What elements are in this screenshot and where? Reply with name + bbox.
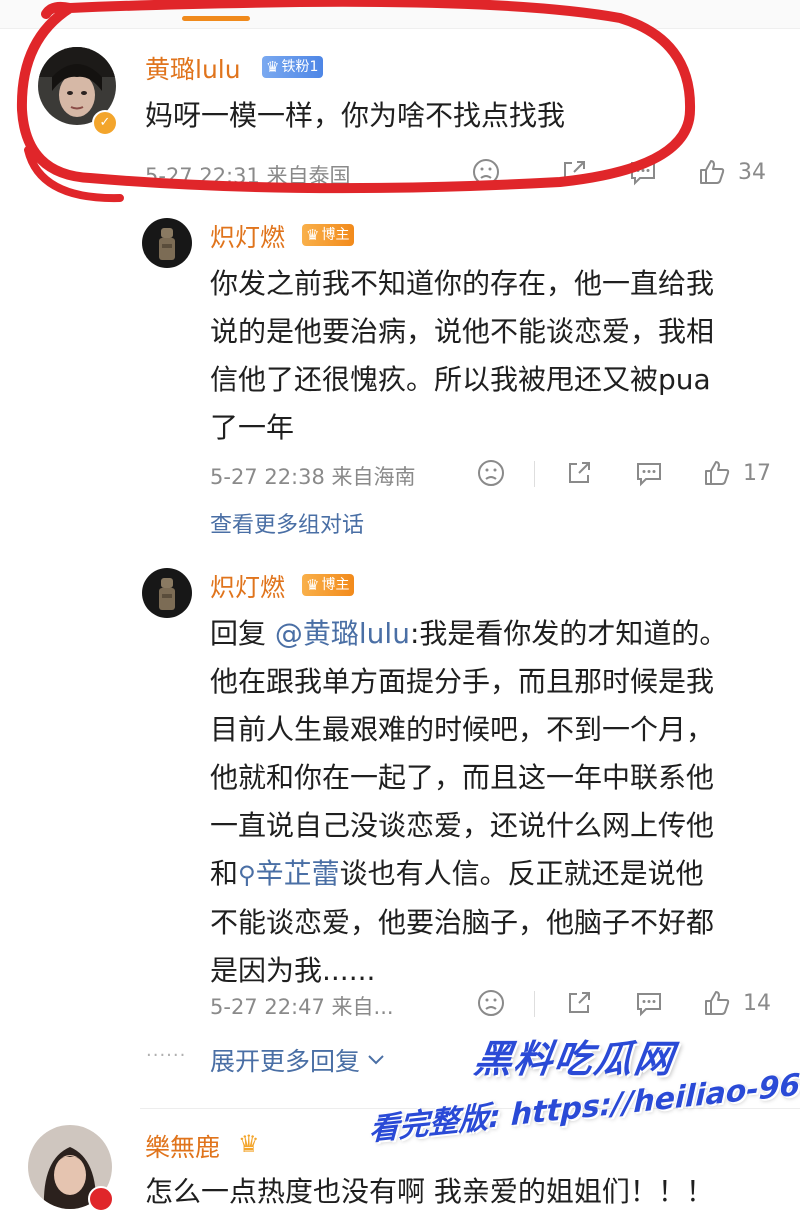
text-line: 了一年: [210, 411, 295, 444]
text-line: 一直说自己没谈恋爱，还说什么网上传他: [210, 809, 715, 842]
comment-meta: 5-27 22:38 来自海南: [210, 465, 416, 489]
expand-replies-button[interactable]: 展开更多回复: [210, 1042, 386, 1078]
dislike-icon: [478, 460, 504, 486]
comment-text: 回复 @黄璐lulu:我是看你发的才知道的。 他在跟我单方面提分手，而且那时候是…: [210, 610, 790, 995]
comment-meta: 5-27 22:31 来自泰国: [145, 164, 351, 188]
comment-icon: [637, 463, 661, 487]
comment-text: 怎么一点热度也没有啊 我亲爱的姐姐们！！！: [145, 1175, 714, 1208]
comment-text: 你发之前我不知道你的存在，他一直给我 说的是他要治病，说他不能谈恋爱，我相 信他…: [210, 260, 714, 452]
share-button[interactable]: [560, 158, 588, 186]
username[interactable]: 黄璐lulu: [145, 50, 241, 86]
text-line: 说的是他要治病，说他不能谈恋爱，我相: [210, 315, 715, 348]
like-button[interactable]: 34: [698, 158, 766, 186]
text-line: 不能谈恋爱，他要治脑子，他脑子不好都: [210, 906, 715, 939]
like-count: 17: [743, 460, 771, 486]
comment-button[interactable]: [634, 459, 664, 487]
dislike-button[interactable]: [477, 989, 505, 1017]
fan-badge: ♛ 铁粉1: [262, 56, 324, 78]
username[interactable]: 樂無鹿: [145, 1128, 220, 1164]
comment-icon: [637, 993, 661, 1017]
search-icon: ⚲: [238, 861, 256, 889]
username[interactable]: 炽灯燃: [210, 218, 285, 254]
crown-icon: ♛: [238, 1130, 260, 1158]
crown-icon: ♛: [306, 226, 320, 244]
text-line: 和⚲辛芷蕾谈也有人信。反正就还是说他: [210, 857, 704, 890]
dislike-icon: [478, 990, 504, 1016]
text-line: 他就和你在一起了，而且这一年中联系他: [210, 761, 715, 794]
dislike-button[interactable]: [472, 158, 500, 186]
share-button[interactable]: [565, 989, 593, 1017]
like-button[interactable]: 17: [703, 459, 771, 487]
share-button[interactable]: [565, 459, 593, 487]
like-count: 34: [738, 159, 766, 185]
divider: [534, 461, 535, 487]
view-conversation-link[interactable]: 查看更多组对话: [210, 507, 364, 539]
like-count: 14: [743, 990, 771, 1016]
mention-link[interactable]: @黄璐lulu: [275, 617, 410, 650]
avatar[interactable]: [142, 568, 192, 618]
comment-icon: [631, 162, 655, 186]
comment-button[interactable]: [628, 158, 658, 186]
text-line: 是因为我......: [210, 954, 376, 987]
comment-meta: 5-27 22:47 来自...: [210, 995, 394, 1019]
dislike-icon: [473, 159, 499, 185]
comment-button[interactable]: [634, 989, 664, 1017]
thumbs-up-icon: [705, 461, 730, 485]
share-icon: [564, 161, 585, 182]
blogger-badge: ♛ 博主: [302, 574, 355, 596]
text-line: 他在跟我单方面提分手，而且那时候是我: [210, 665, 715, 698]
text-line: 目前人生最艰难的时候吧，不到一个月，: [210, 713, 715, 746]
blogger-badge: ♛ 博主: [302, 224, 355, 246]
thumbs-up-icon: [700, 160, 725, 184]
topic-link[interactable]: ⚲辛芷蕾: [238, 857, 340, 890]
verified-icon: [88, 1186, 114, 1212]
like-button[interactable]: 14: [703, 989, 771, 1017]
top-tab-bar: [0, 0, 800, 29]
dislike-button[interactable]: [477, 459, 505, 487]
comment-text: 妈呀一模一样，你为啥不找点找我: [145, 99, 566, 132]
share-icon: [569, 992, 590, 1013]
text-line: 信他了还很愧疚。所以我被甩还又被pua: [210, 363, 711, 396]
active-tab-indicator: [182, 16, 250, 21]
divider: [534, 991, 535, 1017]
username[interactable]: 炽灯燃: [210, 568, 285, 604]
share-icon: [569, 462, 590, 483]
thumbs-up-icon: [705, 991, 730, 1015]
avatar[interactable]: [142, 218, 192, 268]
crown-icon: ♛: [266, 58, 280, 76]
expand-dots: ......: [146, 1040, 187, 1061]
chevron-down-icon: [368, 1055, 384, 1065]
verified-icon: ✓: [92, 110, 118, 136]
text-line: 回复 @黄璐lulu:我是看你发的才知道的。: [210, 617, 728, 650]
crown-icon: ♛: [306, 576, 320, 594]
text-line: 你发之前我不知道你的存在，他一直给我: [210, 267, 715, 300]
